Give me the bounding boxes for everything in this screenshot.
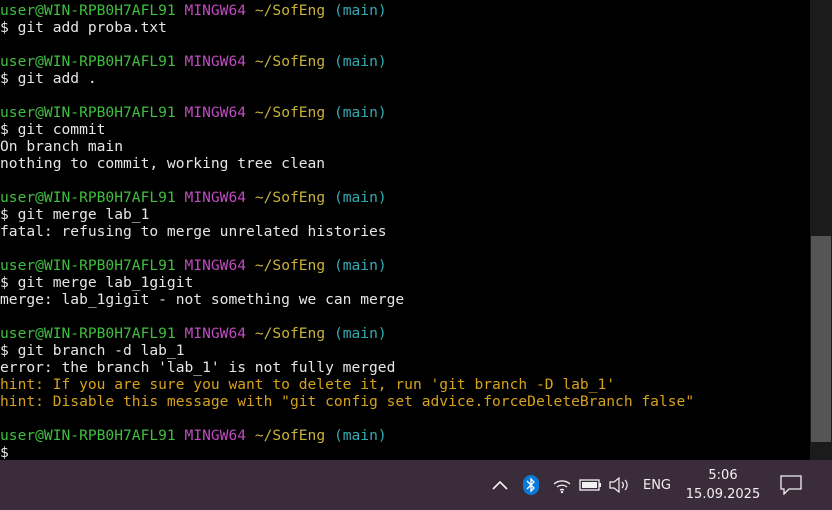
hint-line: hint: If you are sure you want to delete… [0,376,694,393]
prompt-line: user@WIN-RPB0H7AFL91 MINGW64 ~/SofEng (m… [0,427,694,444]
prompt-shell: MINGW64 [184,104,247,121]
output-line: On branch main [0,138,694,155]
prompt-path: ~/SofEng [254,104,326,121]
prompt-user: user@WIN-RPB0H7AFL91 [0,2,176,19]
prompt-line: user@WIN-RPB0H7AFL91 MINGW64 ~/SofEng (m… [0,53,694,70]
hint-text: hint: If you are sure you want to delete… [0,376,616,393]
command-text: $ [0,444,9,460]
command-line: $ git merge lab_1 [0,206,694,223]
output-text: fatal: refusing to merge unrelated histo… [0,223,387,240]
prompt-branch: (main) [333,325,387,342]
command-line: $ git branch -d lab_1 [0,342,694,359]
clock-date: 15.09.2025 [685,487,761,502]
prompt-user: user@WIN-RPB0H7AFL91 [0,53,176,70]
clock-time: 5:06 [708,468,738,483]
hint-text: hint: Disable this message with "git con… [0,393,695,410]
chevron-up-icon[interactable] [488,460,512,510]
command-line: $ [0,444,694,460]
terminal-output: user@WIN-RPB0H7AFL91 MINGW64 ~/SofEng (m… [0,2,694,460]
output-line: merge: lab_1gigit - not something we can… [0,291,694,308]
prompt-path: ~/SofEng [254,2,326,19]
prompt-line: user@WIN-RPB0H7AFL91 MINGW64 ~/SofEng (m… [0,189,694,206]
prompt-path: ~/SofEng [254,257,326,274]
command-line: $ git merge lab_1gigit [0,274,694,291]
hint-line: hint: Disable this message with "git con… [0,393,694,410]
bluetooth-icon[interactable] [520,460,542,510]
prompt-line: user@WIN-RPB0H7AFL91 MINGW64 ~/SofEng (m… [0,2,694,19]
output-text: nothing to commit, working tree clean [0,155,326,172]
command-line: $ git commit [0,121,694,138]
command-text: $ git commit [0,121,106,138]
wifi-icon[interactable] [550,460,574,510]
prompt-line: user@WIN-RPB0H7AFL91 MINGW64 ~/SofEng (m… [0,257,694,274]
prompt-branch: (main) [333,427,387,444]
command-line: $ git add proba.txt [0,19,694,36]
notification-icon[interactable] [778,460,804,510]
command-text: $ git add . [0,70,97,87]
prompt-user: user@WIN-RPB0H7AFL91 [0,427,176,444]
prompt-branch: (main) [333,53,387,70]
prompt-shell: MINGW64 [184,189,247,206]
taskbar: ENG 5:06 15.09.2025 [0,460,832,510]
output-text: error: the branch 'lab_1' is not fully m… [0,359,396,376]
prompt-branch: (main) [333,104,387,121]
prompt-user: user@WIN-RPB0H7AFL91 [0,189,176,206]
prompt-user: user@WIN-RPB0H7AFL91 [0,257,176,274]
prompt-path: ~/SofEng [254,325,326,342]
prompt-line: user@WIN-RPB0H7AFL91 MINGW64 ~/SofEng (m… [0,325,694,342]
prompt-path: ~/SofEng [254,53,326,70]
scrollbar-thumb[interactable] [811,236,831,442]
prompt-shell: MINGW64 [184,257,247,274]
prompt-shell: MINGW64 [184,325,247,342]
terminal-window[interactable]: user@WIN-RPB0H7AFL91 MINGW64 ~/SofEng (m… [0,0,810,460]
prompt-branch: (main) [333,2,387,19]
output-text: On branch main [0,138,124,155]
prompt-line: user@WIN-RPB0H7AFL91 MINGW64 ~/SofEng (m… [0,104,694,121]
command-text: $ git merge lab_1 [0,206,150,223]
prompt-shell: MINGW64 [184,427,247,444]
output-line: nothing to commit, working tree clean [0,155,694,172]
prompt-branch: (main) [333,189,387,206]
prompt-branch: (main) [333,257,387,274]
prompt-shell: MINGW64 [184,2,247,19]
prompt-path: ~/SofEng [254,189,326,206]
output-text: merge: lab_1gigit - not something we can… [0,291,405,308]
language-indicator[interactable]: ENG [638,460,676,510]
command-text: $ git add proba.txt [0,19,167,36]
scrollbar[interactable] [810,0,832,460]
prompt-path: ~/SofEng [254,427,326,444]
command-line: $ git add . [0,70,694,87]
clock[interactable]: 5:06 15.09.2025 [680,460,766,510]
command-text: $ git merge lab_1gigit [0,274,194,291]
prompt-user: user@WIN-RPB0H7AFL91 [0,104,176,121]
command-text: $ git branch -d lab_1 [0,342,185,359]
output-line: fatal: refusing to merge unrelated histo… [0,223,694,240]
volume-icon[interactable] [608,460,632,510]
battery-icon[interactable] [578,460,604,510]
prompt-user: user@WIN-RPB0H7AFL91 [0,325,176,342]
output-line: error: the branch 'lab_1' is not fully m… [0,359,694,376]
prompt-shell: MINGW64 [184,53,247,70]
